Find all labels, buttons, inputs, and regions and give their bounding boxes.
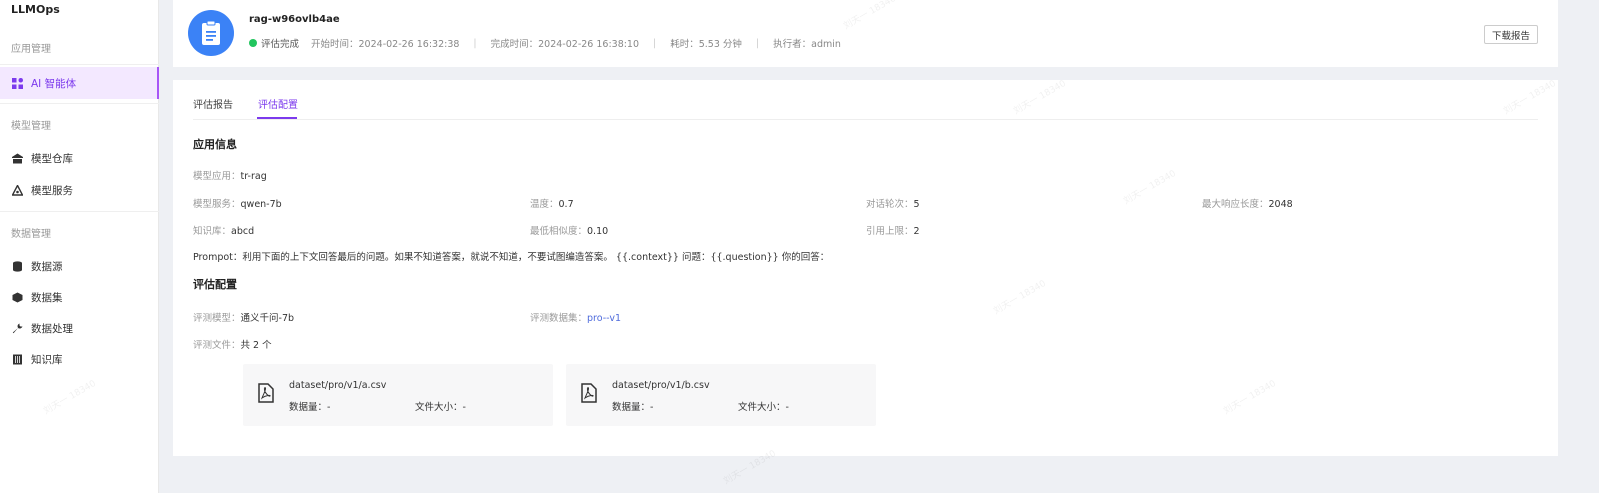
field-max-length: 最大响应长度：2048 (1202, 199, 1293, 210)
separator: | (755, 37, 760, 49)
group-title-app: 应用管理 (11, 44, 51, 55)
field-eval-model: 评测模型：通义千问-7b (193, 313, 295, 324)
sidebar-item-label: 知识库 (31, 353, 63, 366)
file-name: dataset/pro/v1/b.csv (612, 380, 710, 391)
file-count: 数据量：- (612, 402, 654, 413)
group-title-model: 模型管理 (11, 121, 51, 132)
divider (0, 64, 159, 65)
duration: 耗时：5.53 分钟 (670, 39, 742, 50)
field-temperature: 温度：0.7 (530, 199, 574, 210)
sidebar: LLMOps 应用管理 AI 智能体 模型管理 模型仓库 模型服务 数据管理 数… (0, 0, 159, 493)
database-icon (11, 260, 23, 272)
executor: 执行者：admin (773, 39, 841, 50)
sidebar-item-label: 模型仓库 (31, 152, 73, 165)
end-time: 完成时间：2024-02-26 16:38:10 (490, 39, 640, 50)
sidebar-item-label: AI 智能体 (31, 77, 77, 90)
file-name: dataset/pro/v1/a.csv (289, 380, 387, 391)
book-icon (11, 353, 23, 365)
field-prompt: Prompot：利用下面的上下文回答最后的问题。如果不知道答案，就说不知道，不要… (193, 252, 830, 263)
download-report-button[interactable]: 下载报告 (1484, 25, 1538, 44)
sidebar-item-label: 数据源 (31, 260, 63, 273)
sidebar-item-model-repo[interactable]: 模型仓库 (0, 142, 159, 174)
field-cite-limit: 引用上限：2 (866, 226, 920, 237)
file-count: 数据量：- (289, 402, 331, 413)
group-title-data: 数据管理 (11, 229, 51, 240)
file-size: 文件大小：- (415, 402, 466, 413)
pdf-file-icon (258, 383, 274, 403)
field-min-similarity: 最低相似度：0.10 (530, 226, 609, 237)
sidebar-item-knowledge-base[interactable]: 知识库 (0, 343, 159, 375)
field-model-service: 模型服务：qwen-7b (193, 199, 282, 210)
main-panel: 评估报告 评估配置 应用信息 模型应用：tr-rag 模型服务：qwen-7b … (173, 80, 1558, 456)
clipboard-icon (188, 10, 234, 56)
divider (0, 211, 159, 212)
run-meta: 评估完成 开始时间：2024-02-26 16:32:38 | 完成时间：202… (249, 36, 841, 50)
start-time: 开始时间：2024-02-26 16:32:38 (311, 39, 460, 50)
active-tab-indicator (257, 117, 297, 119)
field-dialog-rounds: 对话轮次：5 (866, 199, 920, 210)
sidebar-item-label: 模型服务 (31, 184, 73, 197)
sidebar-item-label: 数据处理 (31, 322, 73, 335)
sidebar-item-model-service[interactable]: 模型服务 (0, 174, 159, 206)
separator: | (653, 37, 657, 49)
tab-config[interactable]: 评估配置 (258, 96, 298, 111)
app-logo: LLMOps (11, 3, 60, 16)
tab-bar: 评估报告 评估配置 (193, 80, 1538, 120)
file-card[interactable]: dataset/pro/v1/a.csv 数据量：- 文件大小：- (243, 364, 553, 426)
divider (0, 103, 159, 104)
cube-icon (11, 291, 23, 303)
sidebar-item-data-source[interactable]: 数据源 (0, 250, 159, 282)
status-dot-icon (249, 39, 257, 47)
separator: | (473, 37, 477, 49)
sidebar-item-label: 数据集 (31, 291, 63, 304)
field-model-app: 模型应用：tr-rag (193, 171, 267, 182)
file-size: 文件大小：- (738, 402, 789, 413)
warehouse-icon (11, 152, 23, 164)
eval-dataset-link[interactable]: pro--v1 (587, 313, 621, 324)
field-eval-files: 评测文件：共 2 个 (193, 340, 272, 351)
section-title-app-info: 应用信息 (193, 138, 237, 151)
field-eval-dataset: 评测数据集：pro--v1 (530, 313, 621, 324)
sidebar-item-agent[interactable]: AI 智能体 (0, 67, 159, 99)
sidebar-item-dataset[interactable]: 数据集 (0, 281, 159, 313)
apps-icon (11, 77, 23, 89)
sidebar-item-data-processing[interactable]: 数据处理 (0, 312, 159, 344)
file-card[interactable]: dataset/pro/v1/b.csv 数据量：- 文件大小：- (566, 364, 876, 426)
triangle-icon (11, 184, 23, 196)
status-text: 评估完成 (261, 39, 300, 50)
wrench-icon (11, 322, 23, 334)
run-title: rag-w96ovlb4ae (249, 14, 340, 25)
section-title-eval-config: 评估配置 (193, 278, 237, 291)
tab-report[interactable]: 评估报告 (193, 96, 233, 111)
pdf-file-icon (581, 383, 597, 403)
field-knowledge: 知识库：abcd (193, 226, 255, 237)
run-header: rag-w96ovlb4ae 评估完成 开始时间：2024-02-26 16:3… (173, 0, 1558, 67)
